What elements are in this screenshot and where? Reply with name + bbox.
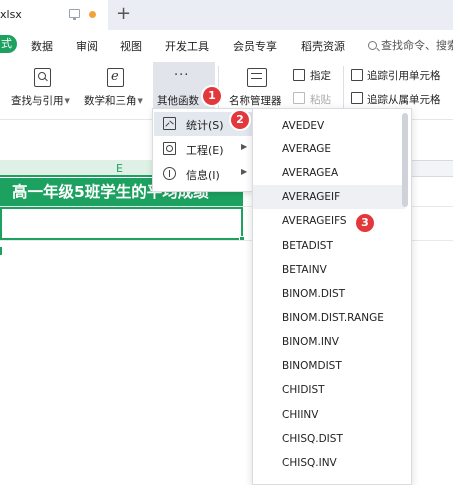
assign-icon [293,69,305,81]
menu-item-information[interactable]: 信息(I) ▶ [154,162,252,186]
engineering-icon [163,142,176,155]
menu-item-label: 信息(I) [186,169,220,182]
trace-precedents-button[interactable]: 追踪引用单元格 [367,68,441,83]
more-dots-icon: ··· [174,68,190,83]
step-badge-3: 3 [356,214,374,232]
function-item-binom-dist-range[interactable]: BINOM.DIST.RANGE [253,306,405,330]
function-item-betainv[interactable]: BETAINV [253,258,405,282]
other-functions-label: 其他函数 [157,95,199,107]
paste-icon [293,92,305,104]
column-letter: E [116,162,123,175]
chevron-down-icon: ▼ [137,97,143,105]
trace-precedents-icon [351,69,363,81]
assign-button[interactable]: 指定 [310,68,331,83]
name-manager-icon [247,68,267,87]
function-item-betadist[interactable]: BETADIST [253,234,405,258]
menu-item-label: 统计(S) [186,119,224,132]
lookup-reference-button[interactable]: 查找与引用▼ [11,93,70,108]
menu-developer[interactable]: 开发工具 [165,38,209,54]
menu-docer[interactable]: 稻壳资源 [301,38,345,54]
unsaved-dot-icon [89,11,96,18]
function-item-averageifs[interactable]: AVERAGEIFS [253,209,405,233]
info-icon [163,167,176,180]
function-item-binomdist[interactable]: BINOMDIST [253,354,405,378]
function-item-chiinv[interactable]: CHIINV [253,403,405,427]
math-trig-label: 数学和三角 [84,95,137,107]
step-badge-2: 2 [231,111,249,129]
chart-icon [163,117,176,130]
math-trig-button[interactable]: 数学和三角▼ [84,93,143,108]
menu-formulas[interactable]: 式 [0,35,17,53]
function-item-chidist[interactable]: CHIDIST [253,378,405,402]
file-tab-title: xlsx [0,8,22,21]
menu-member[interactable]: 会员专享 [233,38,277,54]
step-badge-1: 1 [203,87,221,105]
fill-handle[interactable] [239,236,245,242]
menu-item-engineering[interactable]: 工程(E) ▶ [154,137,252,161]
tab-bar: xlsx + [0,0,453,30]
function-item-avedev[interactable]: AVEDEV [253,114,405,138]
command-search[interactable]: 查找命令、搜索 [368,37,453,53]
function-item-chisq-dist[interactable]: CHISQ.DIST [253,427,405,451]
selected-cell[interactable] [0,207,243,240]
menu-item-label: 工程(E) [186,144,224,157]
function-item-averageif[interactable]: AVERAGEIF [253,185,405,209]
file-tab[interactable]: xlsx [0,0,108,30]
statistical-function-list: AVEDEV AVERAGE AVERAGEA AVERAGEIF AVERAG… [252,108,412,485]
lookup-icon [34,68,51,87]
search-placeholder: 查找命令、搜索 [381,39,453,52]
chevron-right-icon: ▶ [241,167,248,176]
chevron-down-icon: ▼ [64,97,70,105]
chevron-right-icon: ▶ [241,142,248,151]
trace-dependents-icon [351,92,363,104]
math-glyph: e [111,69,119,84]
function-item-binom-dist[interactable]: BINOM.DIST [253,282,405,306]
search-icon [368,41,377,50]
menu-bar: 式 数据 审阅 视图 开发工具 会员专享 稻壳资源 查找命令、搜索 [0,30,453,58]
list-scrollbar[interactable] [402,113,408,207]
row-marker [0,247,2,255]
math-trig-icon: e [107,68,124,87]
menu-view[interactable]: 视图 [120,38,142,54]
new-tab-button[interactable]: + [116,2,131,26]
lookup-reference-label: 查找与引用 [11,95,64,107]
name-manager-button[interactable]: 名称管理器 [229,93,282,108]
function-item-averagea[interactable]: AVERAGEA [253,161,405,185]
trace-dependents-button[interactable]: 追踪从属单元格 [367,92,441,107]
monitor-icon[interactable] [69,9,80,20]
function-item-chisq-inv[interactable]: CHISQ.INV [253,451,405,475]
function-item-binom-inv[interactable]: BINOM.INV [253,330,405,354]
menu-data[interactable]: 数据 [31,38,53,54]
ribbon-divider [343,66,344,112]
menu-review[interactable]: 审阅 [76,38,98,54]
paste-button[interactable]: 粘贴 [310,92,331,107]
function-item-average[interactable]: AVERAGE [253,137,405,161]
